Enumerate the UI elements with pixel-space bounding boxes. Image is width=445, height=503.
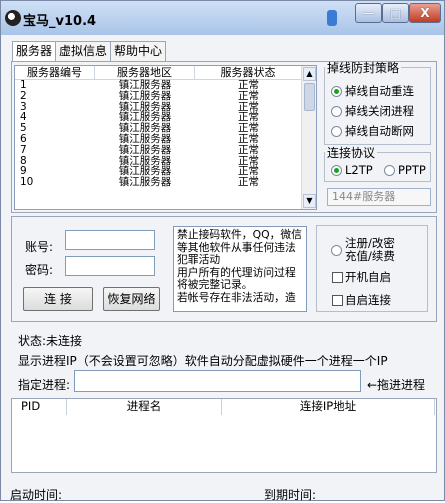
tab-servers[interactable]: 服务器 [12, 41, 57, 62]
server-cell: 8 [20, 154, 27, 167]
column-header[interactable]: 服务器状态 [195, 66, 302, 79]
server-list-header: 服务器编号 服务器地区 服务器状态 [15, 66, 316, 80]
scroll-up-icon[interactable]: ▲ [303, 67, 316, 81]
server-cell: 镇江服务器 [118, 143, 172, 156]
title-bar[interactable]: 宝马_v10.4 — □ X [1, 1, 444, 35]
process-table[interactable]: PID 进程名 连接IP地址 [11, 398, 437, 473]
process-input[interactable] [74, 370, 361, 392]
radio-icon[interactable] [331, 85, 342, 97]
account-label: 账号: [25, 240, 54, 254]
column-header[interactable]: PID [12, 399, 67, 415]
radio-icon[interactable] [331, 125, 342, 137]
minimize-button[interactable]: — [355, 3, 382, 23]
server-row[interactable]: 7 镇江服务器 正常 [15, 143, 316, 156]
server-cell: 2 [20, 89, 27, 102]
register-recharge-option[interactable]: 注册/改密 充值/续费 [331, 237, 395, 263]
server-cell: 正常 [238, 143, 259, 156]
password-label: 密码: [25, 263, 54, 277]
server-cell: 正常 [238, 89, 259, 102]
status-line: 状态:未连接 [18, 332, 82, 349]
radio-icon[interactable] [331, 244, 342, 256]
server-cell: 10 [20, 176, 34, 189]
selected-server-field[interactable]: 144#服务器 [327, 188, 431, 206]
maximize-button[interactable]: □ [382, 3, 409, 23]
window-title: 宝马_v10.4 [23, 14, 97, 29]
server-list[interactable]: 服务器编号 服务器地区 服务器状态 1 镇江服务器 正常 2 镇江服务器 正常 3 镇江服务器… [14, 65, 317, 210]
server-cell: 4 [20, 111, 27, 124]
group-legend: 连接协议 [327, 146, 376, 160]
server-list-scrollbar[interactable]: ▲ ▼ [301, 66, 316, 209]
main-window: 宝马_v10.4 — □ X 服务器 虚拟信息 帮助中心 服务器编号 服务器地区… [0, 0, 445, 502]
checkbox-icon[interactable] [332, 294, 343, 306]
server-cell: 镇江服务器 [118, 89, 172, 102]
drag-process-label[interactable]: ←拖进进程 [367, 376, 425, 393]
server-cell: 1 [20, 79, 27, 91]
radio-icon[interactable] [384, 164, 395, 176]
server-cell: 5 [20, 122, 27, 135]
server-row[interactable]: 10 镇江服务器 正常 [15, 177, 316, 188]
checkbox-icon[interactable] [332, 271, 343, 283]
radio-icon[interactable] [331, 164, 342, 176]
radio-auto-disconnect-net[interactable]: 掉线自动断网 [331, 123, 414, 139]
autoconnect-checkbox[interactable]: 自启连接 [332, 292, 391, 308]
server-cell: 7 [20, 143, 27, 156]
tab-virtual-info[interactable]: 虚拟信息 [55, 41, 112, 61]
radio-pptp[interactable]: PPTP [384, 163, 426, 177]
notice-text: 禁止接码软件，QQ，微信等其他软件从事任何违法犯罪活动 用户所有的代理访问过程将… [173, 226, 307, 312]
column-header[interactable]: 进程名 [67, 399, 222, 415]
server-cell: 正常 [238, 176, 259, 189]
tab-help[interactable]: 帮助中心 [110, 41, 167, 61]
app-logo-icon [5, 10, 21, 26]
radio-auto-reconnect[interactable]: 掉线自动重连 [331, 83, 414, 99]
server-cell: 3 [20, 100, 27, 113]
scroll-down-icon[interactable]: ▼ [303, 194, 316, 208]
process-label: 指定进程: [18, 378, 71, 392]
process-table-header: PID 进程名 连接IP地址 [12, 399, 436, 415]
server-rows: 1 镇江服务器 正常 2 镇江服务器 正常 3 镇江服务器 正常 4 镇江服务器 正常 5 镇江服务器 正常… [15, 80, 316, 188]
info-line: 显示进程IP（不会设置可忽略）软件自动分配虚拟硬件一个进程一个IP [18, 354, 388, 368]
autostart-checkbox[interactable]: 开机自启 [332, 269, 391, 285]
server-cell: 镇江服务器 [118, 176, 172, 189]
column-header[interactable]: 服务器编号 [15, 66, 95, 79]
column-header[interactable]: 连接IP地址 [222, 399, 435, 415]
radio-close-process[interactable]: 掉线关闭进程 [331, 103, 414, 119]
skin-icon[interactable] [327, 10, 337, 26]
server-row[interactable]: 2 镇江服务器 正常 [15, 89, 316, 102]
radio-l2tp[interactable]: L2TP [331, 163, 373, 177]
server-cell: 6 [20, 132, 27, 145]
scroll-thumb[interactable] [304, 83, 315, 111]
start-time-label: 启动时间: [10, 488, 63, 502]
password-input[interactable] [65, 256, 155, 276]
close-button[interactable]: X [409, 3, 441, 23]
column-header[interactable]: 服务器地区 [95, 66, 195, 79]
expire-time-label: 到期时间: [264, 488, 317, 502]
status-value: 未连接 [46, 334, 83, 348]
tab-bar: 服务器 虚拟信息 帮助中心 [12, 41, 167, 62]
radio-icon[interactable] [331, 105, 342, 117]
status-label: 状态: [18, 334, 47, 348]
connect-button[interactable]: 连 接 [23, 287, 93, 311]
account-input[interactable] [65, 230, 155, 250]
restore-network-button[interactable]: 恢复网络 [103, 287, 160, 311]
group-legend: 掉线防封策略 [327, 61, 400, 75]
